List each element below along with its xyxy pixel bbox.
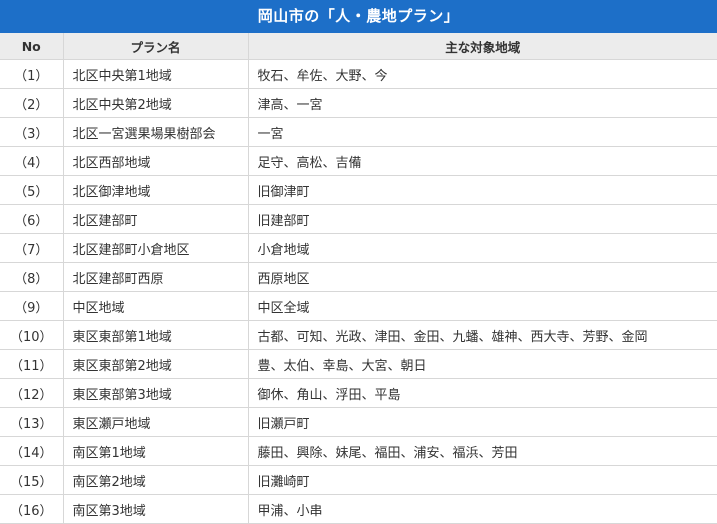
table-row: （3） 北区一宮選果場果樹部会 一宮	[0, 117, 717, 147]
table-row: （13） 東区瀬戸地域 旧瀬戸町	[0, 407, 717, 437]
plan-name-cell: 北区建部町西原	[62, 262, 249, 292]
plan-name-cell: 東区東部第2地域	[62, 349, 249, 379]
target-area-cell: 甲浦、小串	[247, 494, 717, 524]
row-number-cell: （10）	[0, 320, 64, 350]
target-area-cell: 藤田、興除、妹尾、福田、浦安、福浜、芳田	[247, 436, 717, 466]
plan-name-cell: 北区中央第1地域	[62, 59, 249, 89]
plan-name-cell: 北区御津地域	[62, 175, 249, 205]
plan-name-cell: 北区一宮選果場果樹部会	[62, 117, 249, 147]
row-number-cell: （9）	[0, 291, 64, 321]
row-number-cell: （3）	[0, 117, 64, 147]
target-area-cell: 牧石、牟佐、大野、今	[247, 59, 717, 89]
table-header-row: No プラン名 主な対象地域	[0, 33, 717, 60]
row-number-cell: （6）	[0, 204, 64, 234]
row-number-cell: （13）	[0, 407, 64, 437]
column-header-target-area: 主な対象地域	[247, 33, 717, 60]
row-number-cell: （4）	[0, 146, 64, 176]
table-row: （7） 北区建部町小倉地区 小倉地域	[0, 233, 717, 263]
column-header-plan-name: プラン名	[62, 33, 249, 60]
target-area-cell: 中区全域	[247, 291, 717, 321]
row-number-cell: （7）	[0, 233, 64, 263]
plan-name-cell: 南区第3地域	[62, 494, 249, 524]
plan-table: No プラン名 主な対象地域 （1） 北区中央第1地域 牧石、牟佐、大野、今 （2）北…	[0, 33, 717, 524]
target-area-cell: 一宮	[247, 117, 717, 147]
table-body: （1） 北区中央第1地域 牧石、牟佐、大野、今 （2） 北区中央第2地域 津高、一宮 （3）…	[0, 59, 717, 524]
target-area-cell: 足守、高松、吉備	[247, 146, 717, 176]
column-header-no: No	[0, 33, 64, 60]
plan-name-cell: 中区地域	[62, 291, 249, 321]
target-area-cell: 御休、角山、浮田、平島	[247, 378, 717, 408]
plan-name-cell: 北区西部地域	[62, 146, 249, 176]
row-number-cell: （12）	[0, 378, 64, 408]
table-row: （15） 南区第2地域 旧灘崎町	[0, 465, 717, 495]
table-row: （12） 東区東部第3地域 御休、角山、浮田、平島	[0, 378, 717, 408]
table-row: （8） 北区建部町西原 西原地区	[0, 262, 717, 292]
plan-name-cell: 北区建部町小倉地区	[62, 233, 249, 263]
table-row: （2） 北区中央第2地域 津高、一宮	[0, 88, 717, 118]
row-number-cell: （11）	[0, 349, 64, 379]
target-area-cell: 旧建部町	[247, 204, 717, 234]
target-area-cell: 旧灘崎町	[247, 465, 717, 495]
plan-name-cell: 北区建部町	[62, 204, 249, 234]
row-number-cell: （14）	[0, 436, 64, 466]
target-area-cell: 旧瀬戸町	[247, 407, 717, 437]
table-row: （6） 北区建部町 旧建部町	[0, 204, 717, 234]
plan-name-cell: 東区東部第3地域	[62, 378, 249, 408]
row-number-cell: （2）	[0, 88, 64, 118]
target-area-cell: 小倉地域	[247, 233, 717, 263]
table-row: （16） 南区第3地域 甲浦、小串	[0, 494, 717, 524]
table-row: （4） 北区西部地域 足守、高松、吉備	[0, 146, 717, 176]
table-title: 岡山市の「人・農地プラン」	[0, 0, 717, 33]
table-row: （9） 中区地域 中区全域	[0, 291, 717, 321]
target-area-cell: 旧御津町	[247, 175, 717, 205]
plan-name-cell: 東区東部第1地域	[62, 320, 249, 350]
target-area-cell: 津高、一宮	[247, 88, 717, 118]
plan-name-cell: 東区瀬戸地域	[62, 407, 249, 437]
table-row: （5） 北区御津地域 旧御津町	[0, 175, 717, 205]
row-number-cell: （16）	[0, 494, 64, 524]
plan-name-cell: 南区第2地域	[62, 465, 249, 495]
target-area-cell: 西原地区	[247, 262, 717, 292]
target-area-cell: 古都、可知、光政、津田、金田、九蟠、雄神、西大寺、芳野、金岡	[247, 320, 717, 350]
row-number-cell: （15）	[0, 465, 64, 495]
row-number-cell: （1）	[0, 59, 64, 89]
table-row: （1） 北区中央第1地域 牧石、牟佐、大野、今	[0, 59, 717, 89]
row-number-cell: （8）	[0, 262, 64, 292]
table-row: （10） 東区東部第1地域 古都、可知、光政、津田、金田、九蟠、雄神、西大寺、芳野、…	[0, 320, 717, 350]
plan-name-cell: 北区中央第2地域	[62, 88, 249, 118]
row-number-cell: （5）	[0, 175, 64, 205]
table-row: （14） 南区第1地域 藤田、興除、妹尾、福田、浦安、福浜、芳田	[0, 436, 717, 466]
plan-name-cell: 南区第1地域	[62, 436, 249, 466]
table-row: （11） 東区東部第2地域 豊、太伯、幸島、大宮、朝日	[0, 349, 717, 379]
target-area-cell: 豊、太伯、幸島、大宮、朝日	[247, 349, 717, 379]
